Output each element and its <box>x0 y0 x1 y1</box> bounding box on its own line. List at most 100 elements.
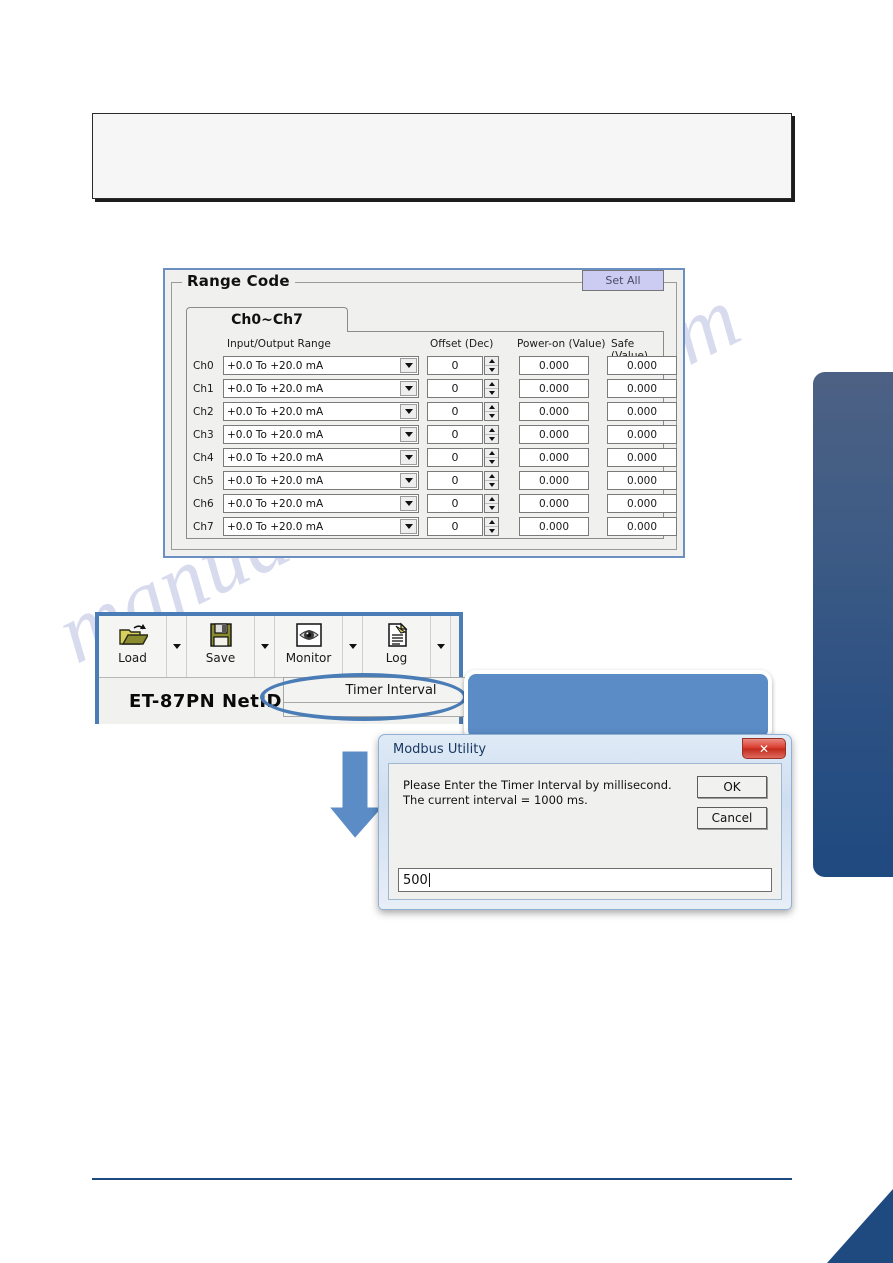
chevron-down-icon[interactable] <box>400 519 417 534</box>
power-on-value-input[interactable]: 0.000 <box>519 471 589 490</box>
save-button[interactable]: Save <box>187 616 255 677</box>
stepper-up-icon[interactable] <box>485 426 498 434</box>
chevron-down-icon <box>436 644 445 649</box>
dialog-message: Please Enter the Timer Interval by milli… <box>403 778 672 808</box>
offset-stepper[interactable] <box>484 356 499 375</box>
power-on-value-input[interactable]: 0.000 <box>519 356 589 375</box>
chevron-down-icon[interactable] <box>400 427 417 442</box>
stepper-up-icon[interactable] <box>485 518 498 526</box>
monitor-dropdown-button[interactable] <box>343 616 363 677</box>
io-range-combobox[interactable]: +0.0 To +20.0 mA <box>223 448 419 467</box>
stepper-down-icon[interactable] <box>485 457 498 466</box>
offset-input[interactable]: 0 <box>427 379 483 398</box>
safe-value-input[interactable]: 0.000 <box>607 471 677 490</box>
chevron-down-icon[interactable] <box>400 381 417 396</box>
tab-ch0-ch7[interactable]: Ch0~Ch7 <box>186 307 348 332</box>
stepper-up-icon[interactable] <box>485 380 498 388</box>
range-code-title: Range Code <box>182 272 295 290</box>
log-button[interactable]: Log <box>363 616 431 677</box>
offset-stepper[interactable] <box>484 425 499 444</box>
modbus-utility-dialog: Modbus Utility ✕ Please Enter the Timer … <box>378 734 792 910</box>
offset-stepper[interactable] <box>484 379 499 398</box>
channel-label: Ch0 <box>193 360 214 372</box>
monitor-button[interactable]: Monitor <box>275 616 343 677</box>
document-icon <box>387 622 407 647</box>
load-dropdown-button[interactable] <box>167 616 187 677</box>
safe-value-input[interactable]: 0.000 <box>607 425 677 444</box>
io-range-combobox[interactable]: +0.0 To +20.0 mA <box>223 471 419 490</box>
io-range-combobox[interactable]: +0.0 To +20.0 mA <box>223 379 419 398</box>
close-icon[interactable]: ✕ <box>742 738 786 759</box>
corner-triangle-decoration <box>827 1189 893 1263</box>
chevron-down-icon[interactable] <box>400 404 417 419</box>
stepper-down-icon[interactable] <box>485 526 498 535</box>
cancel-button[interactable]: Cancel <box>697 807 767 829</box>
offset-input[interactable]: 0 <box>427 425 483 444</box>
offset-input[interactable]: 0 <box>427 402 483 421</box>
offset-input[interactable]: 0 <box>427 471 483 490</box>
chevron-down-icon[interactable] <box>400 450 417 465</box>
chevron-down-icon[interactable] <box>400 473 417 488</box>
offset-input[interactable]: 0 <box>427 448 483 467</box>
safe-value-input[interactable]: 0.000 <box>607 517 677 536</box>
safe-value-input[interactable]: 0.000 <box>607 379 677 398</box>
stepper-down-icon[interactable] <box>485 388 498 397</box>
chevron-down-icon <box>348 644 357 649</box>
stepper-up-icon[interactable] <box>485 357 498 365</box>
stepper-down-icon[interactable] <box>485 503 498 512</box>
channel-label: Ch5 <box>193 475 214 487</box>
range-code-groupbox: Range Code Set All Ch0~Ch7 Input/Output … <box>171 270 677 550</box>
power-on-value-input[interactable]: 0.000 <box>519 425 589 444</box>
offset-stepper[interactable] <box>484 517 499 536</box>
offset-stepper[interactable] <box>484 402 499 421</box>
offset-input[interactable]: 0 <box>427 356 483 375</box>
log-dropdown-button[interactable] <box>431 616 451 677</box>
ok-button[interactable]: OK <box>697 776 767 798</box>
load-button[interactable]: Load <box>99 616 167 677</box>
stepper-down-icon[interactable] <box>485 480 498 489</box>
chevron-down-icon[interactable] <box>400 358 417 373</box>
offset-stepper[interactable] <box>484 494 499 513</box>
channel-row: Ch5 +0.0 To +20.0 mA 0 0.000 0.000 <box>187 471 677 494</box>
eye-icon <box>295 623 322 647</box>
stepper-up-icon[interactable] <box>485 403 498 411</box>
stepper-up-icon[interactable] <box>485 472 498 480</box>
channel-label: Ch2 <box>193 406 214 418</box>
safe-value-input[interactable]: 0.000 <box>607 448 677 467</box>
stepper-down-icon[interactable] <box>485 411 498 420</box>
power-on-value-input[interactable]: 0.000 <box>519 494 589 513</box>
offset-input[interactable]: 0 <box>427 494 483 513</box>
power-on-value-input[interactable]: 0.000 <box>519 517 589 536</box>
io-range-combobox[interactable]: +0.0 To +20.0 mA <box>223 517 419 536</box>
safe-value-input[interactable]: 0.000 <box>607 494 677 513</box>
stepper-up-icon[interactable] <box>485 495 498 503</box>
io-range-combobox[interactable]: +0.0 To +20.0 mA <box>223 425 419 444</box>
power-on-value-input[interactable]: 0.000 <box>519 448 589 467</box>
save-dropdown-button[interactable] <box>255 616 275 677</box>
channel-row: Ch3 +0.0 To +20.0 mA 0 0.000 0.000 <box>187 425 677 448</box>
footer-rule <box>92 1178 792 1180</box>
channel-row: Ch0 +0.0 To +20.0 mA 0 0.000 0.000 <box>187 356 677 379</box>
offset-stepper[interactable] <box>484 471 499 490</box>
channel-label: Ch4 <box>193 452 214 464</box>
stepper-down-icon[interactable] <box>485 434 498 443</box>
offset-input[interactable]: 0 <box>427 517 483 536</box>
power-on-value-input[interactable]: 0.000 <box>519 402 589 421</box>
stepper-up-icon[interactable] <box>485 449 498 457</box>
offset-stepper[interactable] <box>484 448 499 467</box>
set-all-button[interactable]: Set All <box>582 270 664 291</box>
chevron-down-icon[interactable] <box>400 496 417 511</box>
io-range-value: +0.0 To +20.0 mA <box>227 520 324 533</box>
safe-value-input[interactable]: 0.000 <box>607 402 677 421</box>
power-on-value-input[interactable]: 0.000 <box>519 379 589 398</box>
safe-value-input[interactable]: 0.000 <box>607 356 677 375</box>
open-folder-icon <box>118 624 148 645</box>
timer-interval-input[interactable]: 500 <box>398 868 772 892</box>
header-power-on: Power-on (Value) <box>517 338 606 350</box>
io-range-combobox[interactable]: +0.0 To +20.0 mA <box>223 356 419 375</box>
io-range-value: +0.0 To +20.0 mA <box>227 405 324 418</box>
stepper-down-icon[interactable] <box>485 365 498 374</box>
io-range-combobox[interactable]: +0.0 To +20.0 mA <box>223 402 419 421</box>
io-range-combobox[interactable]: +0.0 To +20.0 mA <box>223 494 419 513</box>
channel-row: Ch6 +0.0 To +20.0 mA 0 0.000 0.000 <box>187 494 677 517</box>
